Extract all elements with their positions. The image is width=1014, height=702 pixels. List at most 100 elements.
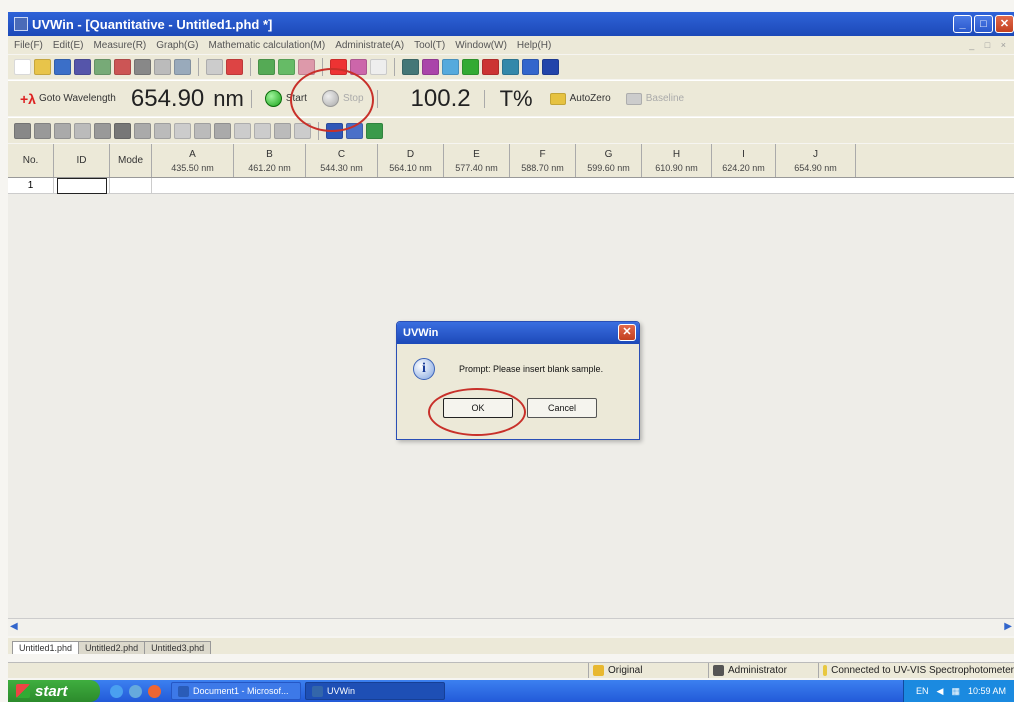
scroll-left-icon[interactable]: ◀ xyxy=(10,621,18,632)
start-menu-button[interactable]: start xyxy=(8,680,100,702)
menu-measure[interactable]: Measure(R) xyxy=(91,40,148,51)
header-col-a[interactable]: A 435.50 nm xyxy=(152,144,234,177)
menu-file[interactable]: File(F) xyxy=(12,40,45,51)
horizontal-scrollbar[interactable]: ◀ ▶ xyxy=(8,618,1014,636)
goto-wavelength-button[interactable]: +λ Goto Wavelength xyxy=(14,86,122,112)
report-icon[interactable] xyxy=(482,59,499,75)
stop-button[interactable]: Stop xyxy=(316,86,370,112)
menu-math-calculation[interactable]: Mathematic calculation(M) xyxy=(206,40,327,51)
save-as-icon[interactable] xyxy=(74,59,91,75)
menu-bar: File(F) Edit(E) Measure(R) Graph(G) Math… xyxy=(8,36,1014,54)
window-icon[interactable] xyxy=(522,59,539,75)
id-input[interactable] xyxy=(57,178,107,194)
ok-button[interactable]: OK xyxy=(443,398,513,418)
window-title-bar[interactable]: UVWin - [Quantitative - Untitled1.phd *]… xyxy=(8,12,1014,36)
header-col-j[interactable]: J 654.90 nm xyxy=(776,144,856,177)
paste-icon[interactable] xyxy=(206,59,223,75)
trace-icon[interactable] xyxy=(294,122,311,139)
draw-text-icon[interactable] xyxy=(214,122,231,139)
find-icon[interactable] xyxy=(114,59,131,75)
scroll-right-icon[interactable]: ▶ xyxy=(1004,621,1012,632)
lamp-icon[interactable] xyxy=(370,59,387,75)
export-icon[interactable] xyxy=(94,59,111,75)
graph-window-icon[interactable] xyxy=(346,122,363,139)
header-col-e[interactable]: E 577.40 nm xyxy=(444,144,510,177)
taskbar-item-document[interactable]: Document1 - Microsof... xyxy=(171,682,301,700)
cut-icon[interactable] xyxy=(226,59,243,75)
header-col-g[interactable]: G 599.60 nm xyxy=(576,144,642,177)
maximize-button[interactable]: □ xyxy=(974,15,993,33)
mode-cell[interactable] xyxy=(110,178,152,193)
open-folder-icon[interactable] xyxy=(34,59,51,75)
print-icon[interactable] xyxy=(134,59,151,75)
dna-icon[interactable] xyxy=(350,59,367,75)
chart-icon[interactable] xyxy=(442,59,459,75)
menu-window[interactable]: Window(W) xyxy=(453,40,509,51)
table-icon[interactable] xyxy=(502,59,519,75)
status-empty xyxy=(8,663,588,678)
undo-icon[interactable] xyxy=(234,122,251,139)
start-button[interactable]: Start xyxy=(259,86,313,112)
menu-tool[interactable]: Tool(T) xyxy=(412,40,447,51)
reading-unit[interactable]: T% xyxy=(492,86,541,112)
fill-icon[interactable] xyxy=(94,122,111,139)
delete-row-icon[interactable] xyxy=(34,122,51,139)
cancel-button[interactable]: Cancel xyxy=(527,398,597,418)
align-icon[interactable] xyxy=(54,122,71,139)
ie-icon[interactable] xyxy=(110,684,123,698)
header-col-i[interactable]: I 624.20 nm xyxy=(712,144,776,177)
zoom-out-icon[interactable] xyxy=(174,122,191,139)
menu-graph[interactable]: Graph(G) xyxy=(154,40,200,51)
save-icon[interactable] xyxy=(54,59,71,75)
autozero-button[interactable]: AutoZero xyxy=(544,86,617,112)
menu-help[interactable]: Help(H) xyxy=(515,40,553,51)
network-icon[interactable]: ▦ xyxy=(951,686,960,697)
header-col-h[interactable]: H 610.90 nm xyxy=(642,144,712,177)
draw-line-icon[interactable] xyxy=(194,122,211,139)
dialog-title-bar[interactable]: UVWin ✕ xyxy=(397,322,639,344)
tab-untitled1[interactable]: Untitled1.phd xyxy=(12,641,80,654)
spectrum-icon[interactable] xyxy=(278,59,295,75)
header-col-f[interactable]: F 588.70 nm xyxy=(510,144,576,177)
report-window-icon[interactable] xyxy=(366,122,383,139)
edit-toolbar xyxy=(8,117,1014,143)
insert-row-icon[interactable] xyxy=(14,122,31,139)
zoom-in-icon[interactable] xyxy=(154,122,171,139)
quantitative-icon[interactable] xyxy=(298,59,315,75)
language-indicator[interactable]: EN xyxy=(916,686,929,696)
print-preview-icon[interactable] xyxy=(154,59,171,75)
header-col-d[interactable]: D 564.10 nm xyxy=(378,144,444,177)
header-col-c[interactable]: C 544.30 nm xyxy=(306,144,378,177)
header-col-b[interactable]: B 461.20 nm xyxy=(234,144,306,177)
photometric-icon[interactable] xyxy=(258,59,275,75)
paint-icon[interactable] xyxy=(422,59,439,75)
copy-icon[interactable] xyxy=(174,59,191,75)
settings-icon[interactable] xyxy=(402,59,419,75)
media-player-icon[interactable] xyxy=(148,684,161,698)
tab-untitled2[interactable]: Untitled2.phd xyxy=(78,641,146,654)
menu-edit[interactable]: Edit(E) xyxy=(51,40,86,51)
document-tabs: Untitled1.phd Untitled2.phd Untitled3.ph… xyxy=(8,638,1014,654)
sample-table-icon[interactable] xyxy=(326,122,343,139)
table-row[interactable]: 1 xyxy=(8,178,1014,194)
mdi-window-controls[interactable]: _ □ × xyxy=(969,40,1010,50)
tile-icon[interactable] xyxy=(542,59,559,75)
new-file-icon[interactable] xyxy=(14,59,31,75)
close-button[interactable]: ✕ xyxy=(995,15,1014,33)
kinetics-icon[interactable] xyxy=(330,59,347,75)
peak-pick-icon[interactable] xyxy=(462,59,479,75)
cursor-icon[interactable] xyxy=(274,122,291,139)
redo-icon[interactable] xyxy=(254,122,271,139)
color-icon[interactable] xyxy=(114,122,131,139)
tab-untitled3[interactable]: Untitled3.phd xyxy=(144,641,212,654)
taskbar-item-uvwin[interactable]: UVWin xyxy=(305,682,445,700)
id-cell[interactable] xyxy=(54,178,110,194)
menu-administrate[interactable]: Administrate(A) xyxy=(333,40,406,51)
format-icon[interactable] xyxy=(74,122,91,139)
baseline-button[interactable]: Baseline xyxy=(620,86,690,112)
volume-icon[interactable]: ◀ xyxy=(937,686,944,697)
dialog-close-button[interactable]: ✕ xyxy=(618,324,636,341)
pointer-icon[interactable] xyxy=(134,122,151,139)
minimize-button[interactable]: _ xyxy=(953,15,972,33)
outlook-icon[interactable] xyxy=(129,684,142,698)
